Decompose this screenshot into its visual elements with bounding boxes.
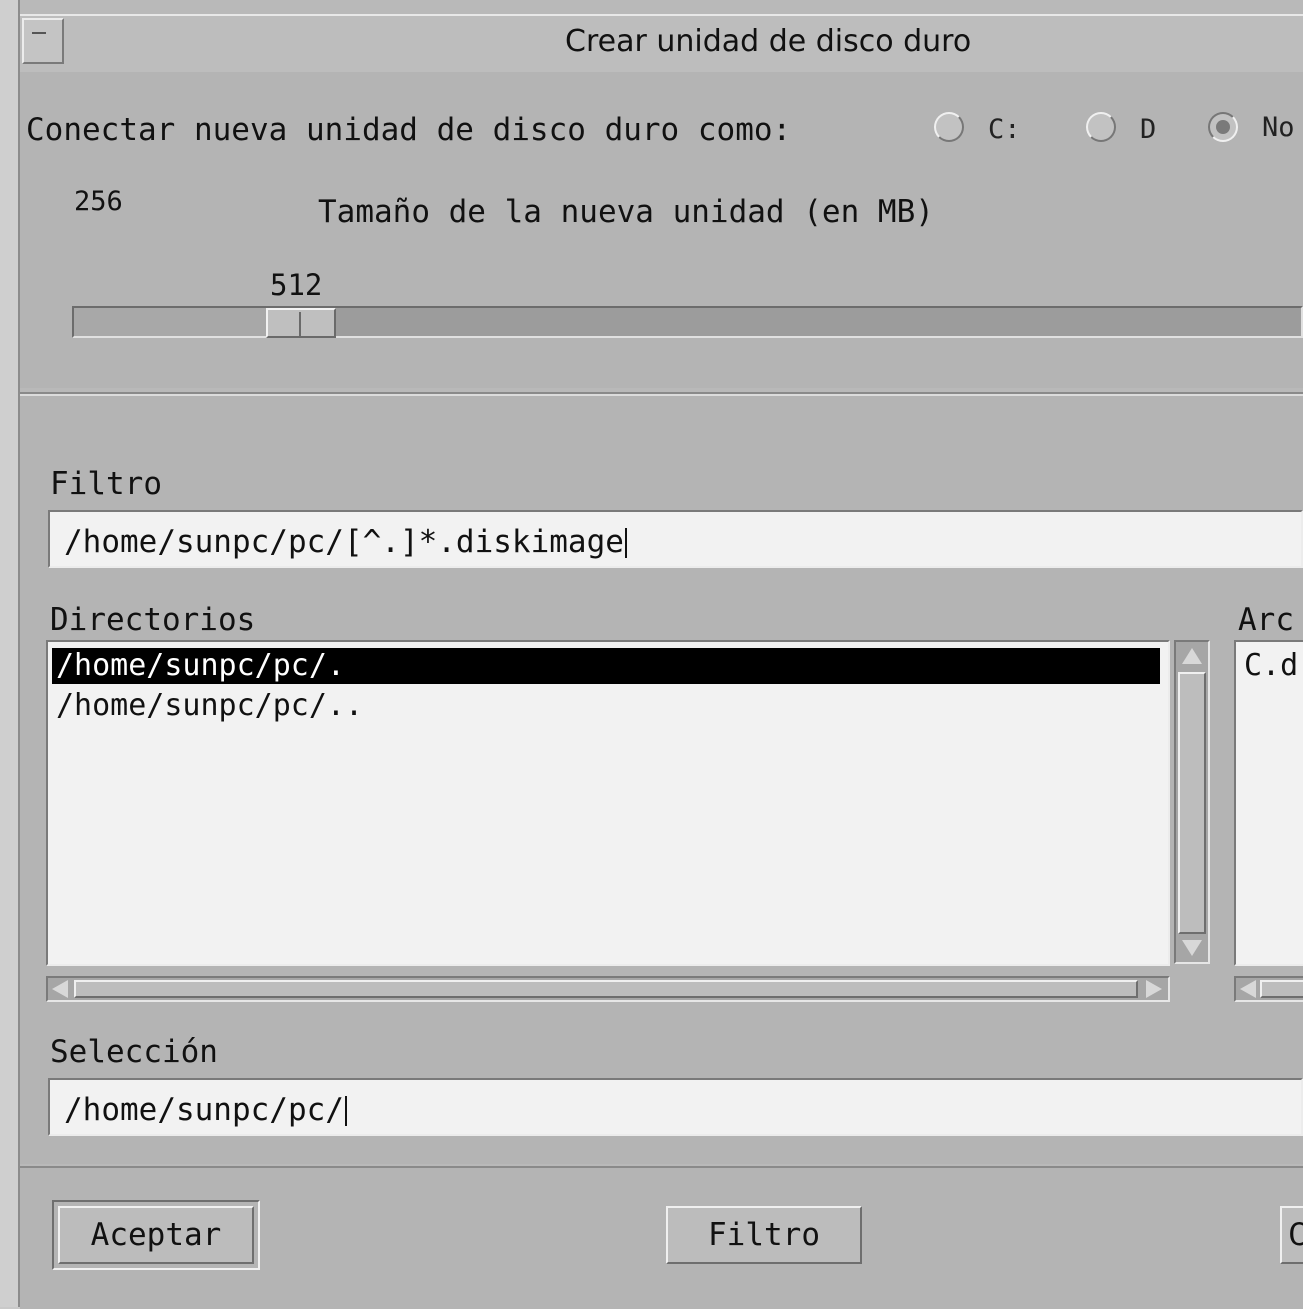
- slider-value: 512: [270, 268, 323, 302]
- window-title: Crear unidad de disco duro: [565, 24, 972, 59]
- slider-fill: [74, 308, 266, 336]
- scroll-right-icon[interactable]: [1146, 980, 1162, 998]
- text-caret: [624, 528, 627, 558]
- filter-button[interactable]: Filtro: [666, 1206, 862, 1264]
- filter-input[interactable]: /home/sunpc/pc/[^.]*.diskimage: [48, 510, 1303, 568]
- vertical-scroll-thumb[interactable]: [1178, 672, 1206, 934]
- filter-input-text: /home/sunpc/pc/[^.]*.diskimage: [64, 524, 624, 560]
- window-menu-button[interactable]: [22, 18, 64, 64]
- radio-no[interactable]: [1208, 112, 1238, 142]
- radio-c[interactable]: [934, 112, 964, 142]
- selection-label: Selección: [50, 1034, 218, 1070]
- file-item[interactable]: C.d: [1240, 648, 1303, 684]
- scroll-up-icon[interactable]: [1182, 648, 1202, 664]
- radio-d[interactable]: [1086, 112, 1116, 142]
- ok-button[interactable]: Aceptar: [58, 1206, 254, 1264]
- radio-selected-dot: [1216, 120, 1230, 134]
- directory-item[interactable]: /home/sunpc/pc/..: [52, 688, 1160, 724]
- connect-label: Conectar nueva unidad de disco duro como…: [26, 112, 792, 148]
- window-frame-left: [0, 0, 20, 1307]
- radio-d-label: D: [1140, 114, 1157, 145]
- filter-label: Filtro: [50, 466, 162, 502]
- directories-label: Directorios: [50, 602, 256, 638]
- radio-no-label: No: [1262, 112, 1295, 143]
- files-scroll-thumb[interactable]: [1260, 980, 1303, 998]
- files-label: Arc: [1238, 602, 1294, 638]
- horizontal-scroll-thumb[interactable]: [74, 980, 1138, 998]
- files-horizontal-scrollbar[interactable]: [1234, 976, 1303, 1002]
- files-list[interactable]: C.d: [1234, 640, 1303, 966]
- dialog-window: Crear unidad de disco duro Conectar nuev…: [0, 0, 1303, 1309]
- scroll-down-icon[interactable]: [1182, 940, 1202, 956]
- scroll-left-icon[interactable]: [1240, 980, 1256, 998]
- directories-vertical-scrollbar[interactable]: [1174, 640, 1210, 964]
- selection-input[interactable]: /home/sunpc/pc/: [48, 1078, 1303, 1136]
- directories-horizontal-scrollbar[interactable]: [46, 976, 1170, 1002]
- scroll-left-icon[interactable]: [52, 980, 68, 998]
- cancel-button[interactable]: C: [1280, 1206, 1303, 1264]
- slider-notch: [299, 312, 301, 336]
- radio-c-label: C:: [988, 114, 1021, 145]
- directories-list[interactable]: /home/sunpc/pc/. /home/sunpc/pc/..: [46, 640, 1170, 966]
- text-caret: [344, 1096, 347, 1126]
- panel-divider: [20, 394, 1303, 396]
- size-label: Tamaño de la nueva unidad (en MB): [318, 194, 934, 230]
- directory-item[interactable]: /home/sunpc/pc/.: [52, 648, 1160, 684]
- slider-thumb[interactable]: [266, 308, 336, 338]
- selection-input-text: /home/sunpc/pc/: [64, 1092, 344, 1128]
- slider-min-label: 256: [74, 186, 123, 217]
- menu-bar-icon: [32, 32, 46, 34]
